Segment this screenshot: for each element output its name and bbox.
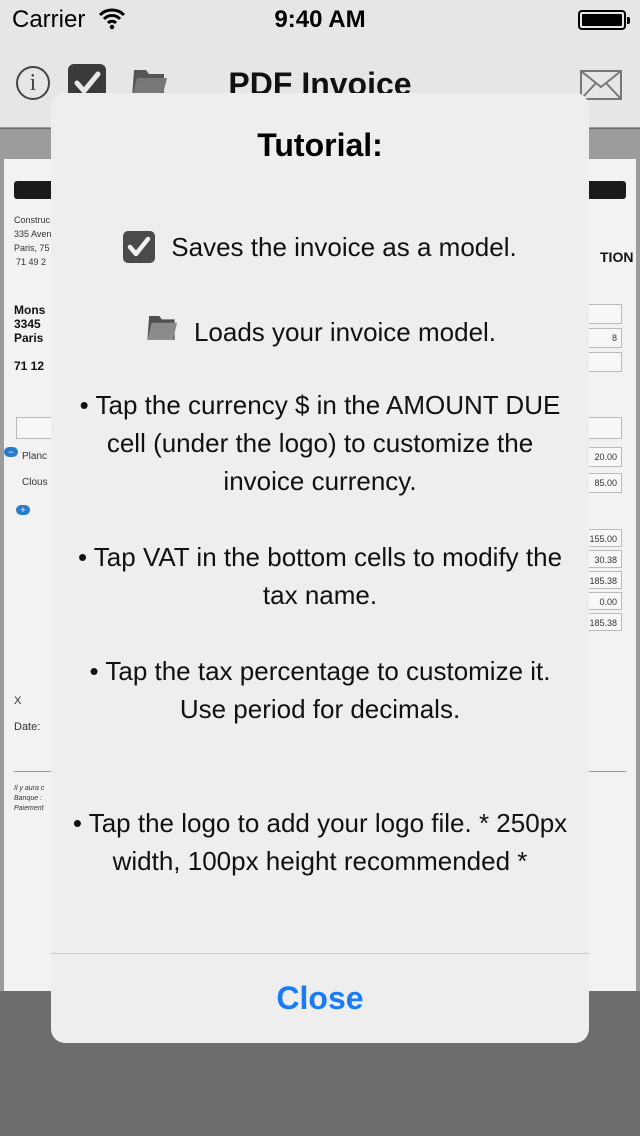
item-row[interactable]: Planc — [22, 451, 47, 462]
close-button[interactable]: Close — [51, 954, 589, 1043]
tip-currency: • Tap the currency $ in the AMOUNT DUE c… — [79, 390, 561, 496]
client-phone: 71 12 — [14, 359, 45, 373]
folder-icon — [144, 310, 178, 354]
footer-line: Il y aura c — [14, 785, 45, 792]
sender-line: Paris, 75 — [14, 243, 50, 253]
load-model-hint: Loads your invoice model. — [51, 310, 589, 354]
tutorial-alert: Tutorial: Saves the invoice as a model. … — [51, 93, 589, 1043]
sender-line: 335 Aven — [14, 229, 52, 239]
tip-tax: • Tap the tax percentage to customize it… — [89, 656, 551, 724]
client-line: Paris — [14, 331, 44, 345]
date-label: Date: — [14, 721, 41, 733]
sender-line: 71 49 2 — [16, 257, 47, 267]
status-bar: Carrier 9:40 AM — [0, 0, 640, 40]
remove-item-button[interactable]: − — [4, 447, 18, 457]
save-model-hint: Saves the invoice as a model. — [51, 226, 589, 266]
battery-icon — [578, 10, 630, 30]
sender-line: Construc — [14, 215, 51, 225]
client-line: 3345 — [14, 317, 41, 331]
add-item-button[interactable]: + — [16, 505, 30, 515]
logo-text[interactable]: TION — [600, 249, 633, 265]
checkbox-icon — [123, 231, 156, 264]
invoice-cell[interactable] — [584, 352, 622, 372]
footer-line: Banque : — [14, 795, 43, 802]
alert-title: Tutorial: — [257, 127, 383, 163]
signature-label: X — [14, 695, 22, 707]
invoice-cell[interactable]: 8 — [584, 328, 622, 348]
save-model-text: Saves the invoice as a model. — [171, 232, 517, 263]
mail-icon — [580, 70, 622, 100]
invoice-cell[interactable] — [584, 304, 622, 324]
footer-line: Paiement — [14, 805, 44, 812]
status-time: 9:40 AM — [274, 6, 366, 33]
tip-logo: • Tap the logo to add your logo file. * … — [72, 808, 568, 876]
tip-vat: • Tap VAT in the bottom cells to modify … — [77, 542, 563, 610]
client-line: Mons — [14, 303, 46, 317]
load-model-text: Loads your invoice model. — [193, 317, 497, 347]
item-row[interactable]: Clous — [22, 477, 48, 488]
